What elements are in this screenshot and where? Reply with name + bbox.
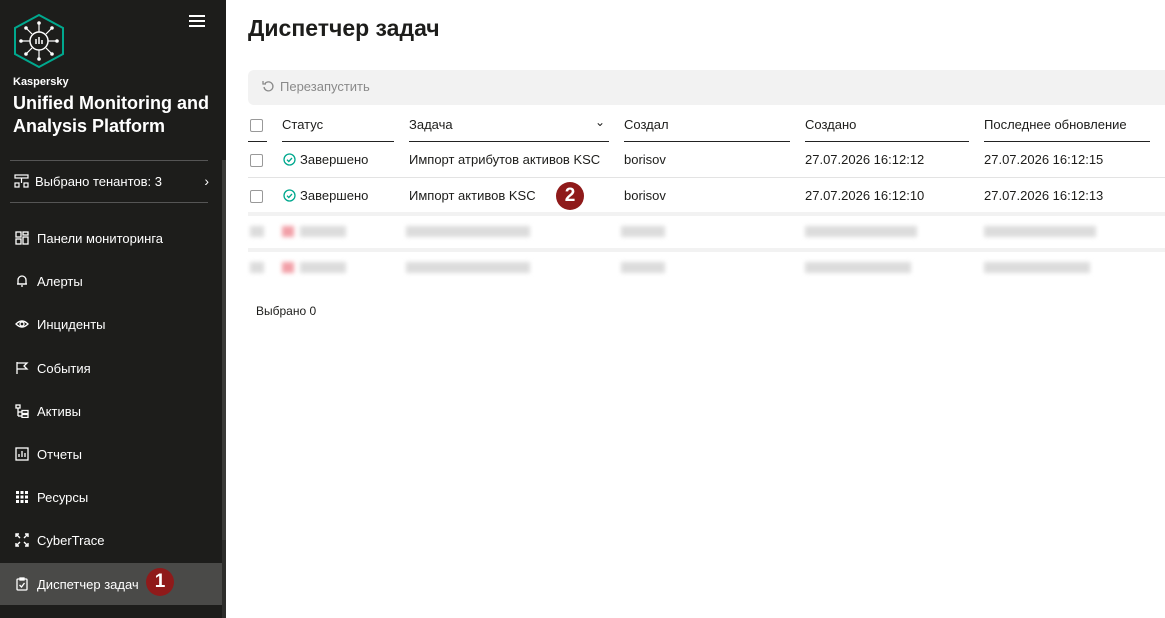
sidebar: Kaspersky Unified Monitoring and Analysi…: [0, 0, 226, 618]
sidebar-item-label: Алерты: [37, 273, 83, 289]
assets-tree-icon: [14, 403, 30, 419]
blurred-table-row: [248, 252, 1165, 284]
sidebar-item-label: События: [37, 360, 91, 376]
sidebar-item-assets[interactable]: Активы: [0, 390, 222, 432]
grid-dots-icon: [14, 489, 30, 505]
sidebar-item-task-manager[interactable]: Диспетчер задач: [0, 563, 222, 605]
eye-icon: [14, 316, 30, 332]
page-title: Диспетчер задач: [248, 15, 440, 41]
status-text: Завершено: [300, 152, 369, 167]
blurred-table-row: [248, 216, 1165, 248]
restart-button[interactable]: Перезапустить: [262, 79, 370, 94]
sidebar-item-resources[interactable]: Ресурсы: [0, 476, 222, 518]
task-cell: Импорт атрибутов активов KSC: [409, 152, 601, 167]
column-header-creator[interactable]: Создал: [624, 117, 790, 142]
row-divider: [248, 177, 1165, 178]
sidebar-item-cybertrace[interactable]: CyberTrace: [0, 519, 222, 561]
select-all-checkbox[interactable]: [250, 119, 263, 132]
updated-cell: 27.07.2026 16:12:13: [984, 188, 1104, 203]
step-badge-1: 1: [146, 568, 174, 596]
column-header-label: Создал: [624, 117, 669, 132]
brand-vendor: Kaspersky: [13, 76, 69, 88]
sidebar-scrollbar-thumb[interactable]: [222, 160, 226, 540]
column-header-label: Создано: [805, 117, 857, 132]
menu-hamburger-icon[interactable]: [189, 15, 205, 29]
column-header-created[interactable]: Создано: [805, 117, 969, 142]
task-clipboard-icon: [14, 576, 30, 592]
creator-cell: borisov: [624, 152, 666, 167]
select-all-header: [248, 117, 267, 142]
dashboard-icon: [14, 230, 30, 246]
status-text: Завершено: [300, 188, 369, 203]
task-cell: Импорт активов KSC: [409, 188, 536, 203]
status-cell: Завершено: [283, 188, 368, 203]
sidebar-item-label: Панели мониторинга: [37, 230, 164, 246]
toolbar: Перезапустить: [248, 70, 1165, 105]
restart-button-label: Перезапустить: [280, 79, 370, 94]
kuma-logo-icon[interactable]: [12, 13, 66, 69]
chevron-right-icon: ›: [204, 173, 209, 189]
column-header-updated[interactable]: Последнее обновление: [984, 117, 1150, 142]
sidebar-item-incidents[interactable]: Инциденты: [0, 303, 222, 345]
sidebar-item-label: Инциденты: [37, 316, 106, 332]
sidebar-divider: [10, 160, 208, 161]
created-cell: 27.07.2026 16:12:10: [805, 188, 925, 203]
sidebar-divider: [10, 202, 208, 203]
app-root: Kaspersky Unified Monitoring and Analysi…: [0, 0, 1165, 618]
column-header-status[interactable]: Статус: [282, 117, 394, 142]
chevron-down-icon[interactable]: ⌄: [595, 115, 605, 129]
sidebar-item-label: Диспетчер задач: [37, 576, 139, 592]
column-header-label: Статус: [282, 117, 324, 132]
row-checkbox[interactable]: [250, 190, 263, 203]
selected-count: Выбрано 0: [256, 304, 317, 318]
status-cell: Завершено: [283, 152, 368, 167]
report-chart-icon: [14, 446, 30, 462]
flag-icon: [14, 360, 30, 376]
created-cell: 27.07.2026 16:12:12: [805, 152, 925, 167]
sidebar-item-label: Ресурсы: [37, 489, 89, 505]
check-circle-icon: [283, 153, 296, 166]
sidebar-item-label: Активы: [37, 403, 81, 419]
tenant-selector-label: Выбрано тенантов: 3: [35, 173, 162, 189]
tenant-selector[interactable]: Выбрано тенантов: 3 ›: [13, 172, 211, 190]
sidebar-item-reports[interactable]: Отчеты: [0, 433, 222, 475]
check-circle-icon: [283, 189, 296, 202]
row-checkbox[interactable]: [250, 154, 263, 167]
creator-cell: borisov: [624, 188, 666, 203]
sidebar-item-events[interactable]: События: [0, 347, 222, 389]
sidebar-item-label: CyberTrace: [37, 532, 105, 548]
column-header-label: Последнее обновление: [984, 117, 1127, 132]
bell-icon: [14, 273, 30, 289]
tenants-icon: [13, 173, 29, 189]
sidebar-item-alerts[interactable]: Алерты: [0, 260, 222, 302]
sidebar-item-label: Отчеты: [37, 446, 82, 462]
brand-product-title: Unified Monitoring and Analysis Platform: [13, 93, 209, 136]
sidebar-item-dashboards[interactable]: Панели мониторинга: [0, 217, 222, 259]
step-badge-2: 2: [556, 182, 584, 210]
column-header-label: Задача: [409, 117, 453, 132]
restart-icon: [262, 81, 274, 92]
column-header-task[interactable]: Задача ⌄: [409, 115, 609, 142]
updated-cell: 27.07.2026 16:12:15: [984, 152, 1104, 167]
cybertrace-icon: [14, 532, 30, 548]
